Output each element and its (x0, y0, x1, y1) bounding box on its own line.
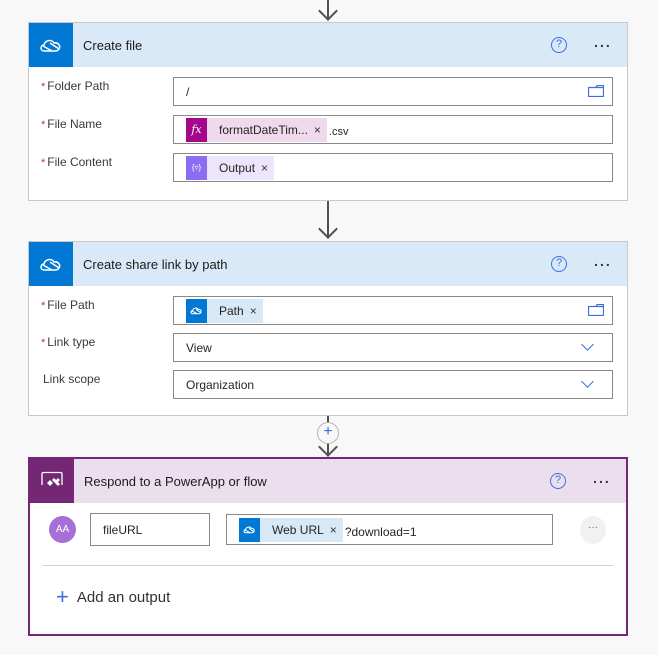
help-icon[interactable]: ? (551, 256, 567, 272)
query-suffix-text: ?download=1 (344, 524, 417, 539)
fx-icon: fx (186, 117, 207, 142)
required-mark: * (41, 300, 46, 312)
chevron-down-icon[interactable] (581, 338, 594, 351)
file-path-input[interactable]: Path × (173, 296, 613, 325)
remove-token-icon[interactable]: × (314, 123, 327, 137)
card-title: Respond to a PowerApp or flow (84, 473, 267, 489)
onedrive-cloud-icon (239, 517, 260, 542)
file-name-row: * File Name fx formatDateTim... × .csv (29, 115, 627, 145)
token-label: Web URL (272, 522, 324, 537)
required-mark: * (41, 337, 46, 349)
file-name-input[interactable]: fx formatDateTim... × .csv (173, 115, 613, 144)
help-icon[interactable]: ? (550, 473, 566, 489)
create-share-link-header[interactable]: Create share link by path ? ... (29, 242, 627, 286)
link-type-value: View (186, 340, 212, 355)
more-options-icon[interactable]: ... (590, 471, 614, 488)
file-extension-text: .csv (328, 125, 349, 138)
variable-token[interactable]: {▿} Output × (186, 155, 275, 180)
file-path-label: * File Path (41, 298, 95, 312)
required-mark: * (41, 119, 46, 131)
label-text: Link scope (43, 372, 101, 386)
folder-icon[interactable] (588, 304, 604, 316)
add-output-button[interactable]: + Add an output (56, 584, 171, 609)
token-label: Output (219, 160, 256, 175)
dynamic-content-token[interactable]: Path × (186, 298, 263, 323)
connector-arrow-icon (318, 219, 338, 239)
folder-path-label: * Folder Path (41, 79, 109, 93)
plus-icon: + (56, 584, 69, 609)
link-type-label: * Link type (41, 335, 95, 349)
create-share-link-card: Create share link by path ? ... * File Pa… (28, 241, 628, 416)
file-name-label: * File Name (41, 117, 102, 131)
label-text: File Path (47, 298, 95, 312)
expression-token[interactable]: fx formatDateTim... × (186, 117, 327, 142)
divider (43, 565, 613, 566)
respond-powerapp-card: Respond to a PowerApp or flow ? ... AA f… (28, 457, 628, 636)
create-file-header[interactable]: Create file ? ... (29, 23, 627, 67)
powerapps-icon (30, 459, 74, 503)
remove-token-icon[interactable]: × (250, 304, 263, 318)
remove-token-icon[interactable]: × (261, 161, 274, 175)
text-type-avatar: AA (49, 516, 76, 543)
link-type-dropdown[interactable]: View (173, 333, 613, 362)
token-label: Path (219, 303, 244, 318)
label-text: File Name (47, 117, 102, 131)
required-mark: * (41, 81, 46, 93)
token-label: formatDateTim... (219, 122, 308, 137)
label-text: Folder Path (47, 79, 110, 93)
label-text: Link type (47, 335, 96, 349)
dynamic-content-token[interactable]: Web URL × (239, 517, 343, 542)
output-value-input[interactable]: Web URL × ?download=1 (226, 514, 553, 545)
folder-path-input[interactable]: / (173, 77, 613, 106)
link-scope-label: Link scope (41, 372, 100, 386)
onedrive-cloud-icon (29, 242, 73, 286)
onedrive-cloud-icon (29, 23, 73, 67)
file-path-row: * File Path Path × (29, 296, 627, 326)
remove-token-icon[interactable]: × (330, 523, 343, 537)
link-scope-row: Link scope Organization (29, 370, 627, 400)
add-output-label: Add an output (76, 588, 171, 606)
folder-icon[interactable] (588, 85, 604, 97)
output-name-input[interactable]: fileURL (90, 513, 210, 546)
card-title: Create file (83, 37, 143, 53)
help-icon[interactable]: ? (551, 37, 567, 53)
required-mark: * (41, 157, 46, 169)
card-title: Create share link by path (83, 256, 228, 272)
file-content-label: * File Content (41, 155, 112, 169)
more-options-icon[interactable]: ... (591, 254, 615, 271)
variable-icon: {▿} (186, 155, 207, 180)
link-scope-dropdown[interactable]: Organization (173, 370, 613, 399)
file-content-input[interactable]: {▿} Output × (173, 153, 613, 182)
output-row-more-button[interactable]: ··· (580, 516, 606, 544)
create-file-card: Create file ? ... * Folder Path / * File N… (28, 22, 628, 201)
output-name-value: fileURL (103, 522, 143, 537)
output-section: AA fileURL Web URL × ?download=1 ··· + A… (30, 503, 626, 636)
more-options-icon[interactable]: ... (591, 35, 615, 52)
connector-arrow-icon (318, 1, 338, 21)
link-type-row: * Link type View (29, 333, 627, 363)
folder-path-row: * Folder Path / (29, 77, 627, 107)
chevron-down-icon[interactable] (581, 375, 594, 388)
link-scope-value: Organization (186, 377, 255, 392)
label-text: File Content (47, 155, 112, 169)
respond-header[interactable]: Respond to a PowerApp or flow ? ... (30, 459, 626, 503)
onedrive-cloud-icon (186, 298, 207, 323)
folder-path-value: / (186, 84, 190, 99)
file-content-row: * File Content {▿} Output × (29, 153, 627, 183)
